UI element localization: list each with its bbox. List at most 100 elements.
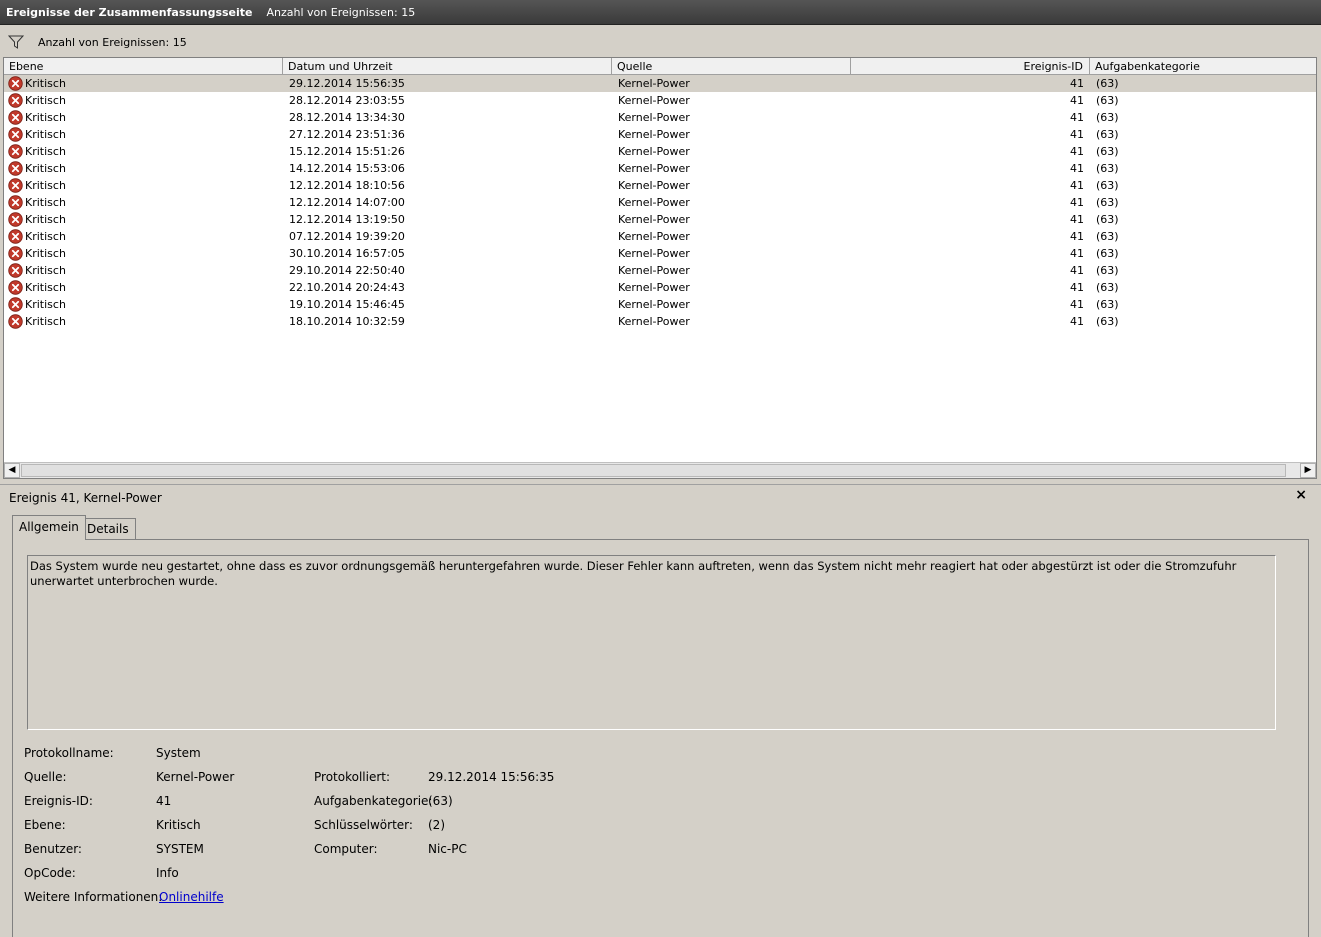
filter-icon[interactable] — [7, 34, 25, 50]
row-level: Kritisch — [25, 315, 66, 328]
value-protokollname: System — [156, 746, 201, 760]
row-level: Kritisch — [25, 179, 66, 192]
row-level: Kritisch — [25, 111, 66, 124]
row-source: Kernel-Power — [618, 94, 690, 107]
error-icon — [8, 314, 23, 329]
label-protokollname: Protokollname: — [24, 746, 114, 760]
table-row[interactable]: Kritisch 12.12.2014 13:19:50 Kernel-Power 4… — [4, 211, 1316, 228]
table-row[interactable]: Kritisch 15.12.2014 15:51:26 Kernel-Power 4… — [4, 143, 1316, 160]
row-category: (63) — [1096, 230, 1119, 243]
row-category: (63) — [1096, 145, 1119, 158]
row-event-id: 41 — [1070, 230, 1084, 243]
label-opcode: OpCode: — [24, 866, 76, 880]
row-datetime: 18.10.2014 10:32:59 — [289, 315, 405, 328]
table-row[interactable]: Kritisch 07.12.2014 19:39:20 Kernel-Power 4… — [4, 228, 1316, 245]
label-quelle: Quelle: — [24, 770, 67, 784]
value-protokolliert: 29.12.2014 15:56:35 — [428, 770, 555, 784]
table-row[interactable]: Kritisch 18.10.2014 10:32:59 Kernel-Power 4… — [4, 313, 1316, 330]
row-level: Kritisch — [25, 213, 66, 226]
events-grid[interactable]: Ebene Datum und Uhrzeit Quelle Ereignis-… — [3, 57, 1317, 479]
error-icon — [8, 76, 23, 91]
row-category: (63) — [1096, 94, 1119, 107]
row-datetime: 07.12.2014 19:39:20 — [289, 230, 405, 243]
row-source: Kernel-Power — [618, 111, 690, 124]
tab-details[interactable]: Details — [80, 518, 136, 539]
row-event-id: 41 — [1070, 145, 1084, 158]
error-icon — [8, 229, 23, 244]
table-row[interactable]: Kritisch 14.12.2014 15:53:06 Kernel-Power 4… — [4, 160, 1316, 177]
row-source: Kernel-Power — [618, 315, 690, 328]
value-ereignis-id: 41 — [156, 794, 172, 808]
row-source: Kernel-Power — [618, 247, 690, 260]
row-event-id: 41 — [1070, 94, 1084, 107]
row-datetime: 28.12.2014 23:03:55 — [289, 94, 405, 107]
row-datetime: 27.12.2014 23:51:36 — [289, 128, 405, 141]
value-quelle: Kernel-Power — [156, 770, 235, 784]
row-event-id: 41 — [1070, 196, 1084, 209]
column-header-level[interactable]: Ebene — [4, 58, 283, 75]
scroll-right-icon[interactable]: ▶ — [1300, 463, 1316, 478]
row-source: Kernel-Power — [618, 128, 690, 141]
row-level: Kritisch — [25, 230, 66, 243]
window-titlebar: Ereignisse der Zusammenfassungsseite Anz… — [0, 0, 1321, 25]
error-icon — [8, 178, 23, 193]
column-header-event-id[interactable]: Ereignis-ID — [851, 58, 1090, 75]
filter-count-text: Anzahl von Ereignissen: 15 — [38, 35, 187, 49]
error-icon — [8, 127, 23, 142]
row-category: (63) — [1096, 111, 1119, 124]
table-row[interactable]: Kritisch 12.12.2014 14:07:00 Kernel-Power 4… — [4, 194, 1316, 211]
label-ebene: Ebene: — [24, 818, 66, 832]
row-datetime: 12.12.2014 18:10:56 — [289, 179, 405, 192]
horizontal-scrollbar[interactable]: ◀ ▶ — [4, 462, 1316, 478]
row-event-id: 41 — [1070, 77, 1084, 90]
table-row[interactable]: Kritisch 29.12.2014 15:56:35 Kernel-Power 4… — [4, 75, 1316, 92]
row-level: Kritisch — [25, 162, 66, 175]
column-header-source[interactable]: Quelle — [612, 58, 851, 75]
label-protokolliert: Protokolliert: — [314, 770, 391, 784]
table-row[interactable]: Kritisch 27.12.2014 23:51:36 Kernel-Power 4… — [4, 126, 1316, 143]
table-row[interactable]: Kritisch 30.10.2014 16:57:05 Kernel-Power 4… — [4, 245, 1316, 262]
row-event-id: 41 — [1070, 264, 1084, 277]
error-icon — [8, 144, 23, 159]
error-icon — [8, 280, 23, 295]
row-category: (63) — [1096, 77, 1119, 90]
close-icon[interactable]: × — [1295, 487, 1307, 503]
row-source: Kernel-Power — [618, 264, 690, 277]
row-datetime: 28.12.2014 13:34:30 — [289, 111, 405, 124]
table-row[interactable]: Kritisch 29.10.2014 22:50:40 Kernel-Power 4… — [4, 262, 1316, 279]
onlinehilfe-link[interactable]: Onlinehilfe — [159, 890, 224, 904]
row-source: Kernel-Power — [618, 196, 690, 209]
row-event-id: 41 — [1070, 162, 1084, 175]
row-event-id: 41 — [1070, 281, 1084, 294]
column-header-category[interactable]: Aufgabenkategorie — [1090, 58, 1316, 75]
scroll-left-icon[interactable]: ◀ — [4, 463, 20, 478]
row-level: Kritisch — [25, 196, 66, 209]
error-icon — [8, 93, 23, 108]
label-weitere-informationen: Weitere Informationen: — [24, 890, 163, 904]
table-row[interactable]: Kritisch 28.12.2014 23:03:55 Kernel-Power 4… — [4, 92, 1316, 109]
error-icon — [8, 297, 23, 312]
table-row[interactable]: Kritisch 28.12.2014 13:34:30 Kernel-Power 4… — [4, 109, 1316, 126]
table-row[interactable]: Kritisch 22.10.2014 20:24:43 Kernel-Power 4… — [4, 279, 1316, 296]
event-description[interactable]: Das System wurde neu gestartet, ohne das… — [27, 555, 1276, 730]
window-title: Ereignisse der Zusammenfassungsseite — [6, 5, 253, 19]
error-icon — [8, 110, 23, 125]
grid-rows: Kritisch 29.12.2014 15:56:35 Kernel-Power 4… — [4, 75, 1316, 330]
row-level: Kritisch — [25, 77, 66, 90]
row-category: (63) — [1096, 196, 1119, 209]
row-event-id: 41 — [1070, 247, 1084, 260]
scroll-thumb[interactable] — [21, 464, 1286, 477]
table-row[interactable]: Kritisch 12.12.2014 18:10:56 Kernel-Power 4… — [4, 177, 1316, 194]
row-category: (63) — [1096, 315, 1119, 328]
row-category: (63) — [1096, 179, 1119, 192]
row-datetime: 12.12.2014 14:07:00 — [289, 196, 405, 209]
row-category: (63) — [1096, 162, 1119, 175]
label-benutzer: Benutzer: — [24, 842, 82, 856]
value-benutzer: SYSTEM — [156, 842, 204, 856]
table-row[interactable]: Kritisch 19.10.2014 15:46:45 Kernel-Power 4… — [4, 296, 1316, 313]
tab-allgemein[interactable]: Allgemein — [12, 515, 86, 540]
row-level: Kritisch — [25, 145, 66, 158]
row-category: (63) — [1096, 298, 1119, 311]
row-datetime: 30.10.2014 16:57:05 — [289, 247, 405, 260]
column-header-datetime[interactable]: Datum und Uhrzeit — [283, 58, 612, 75]
